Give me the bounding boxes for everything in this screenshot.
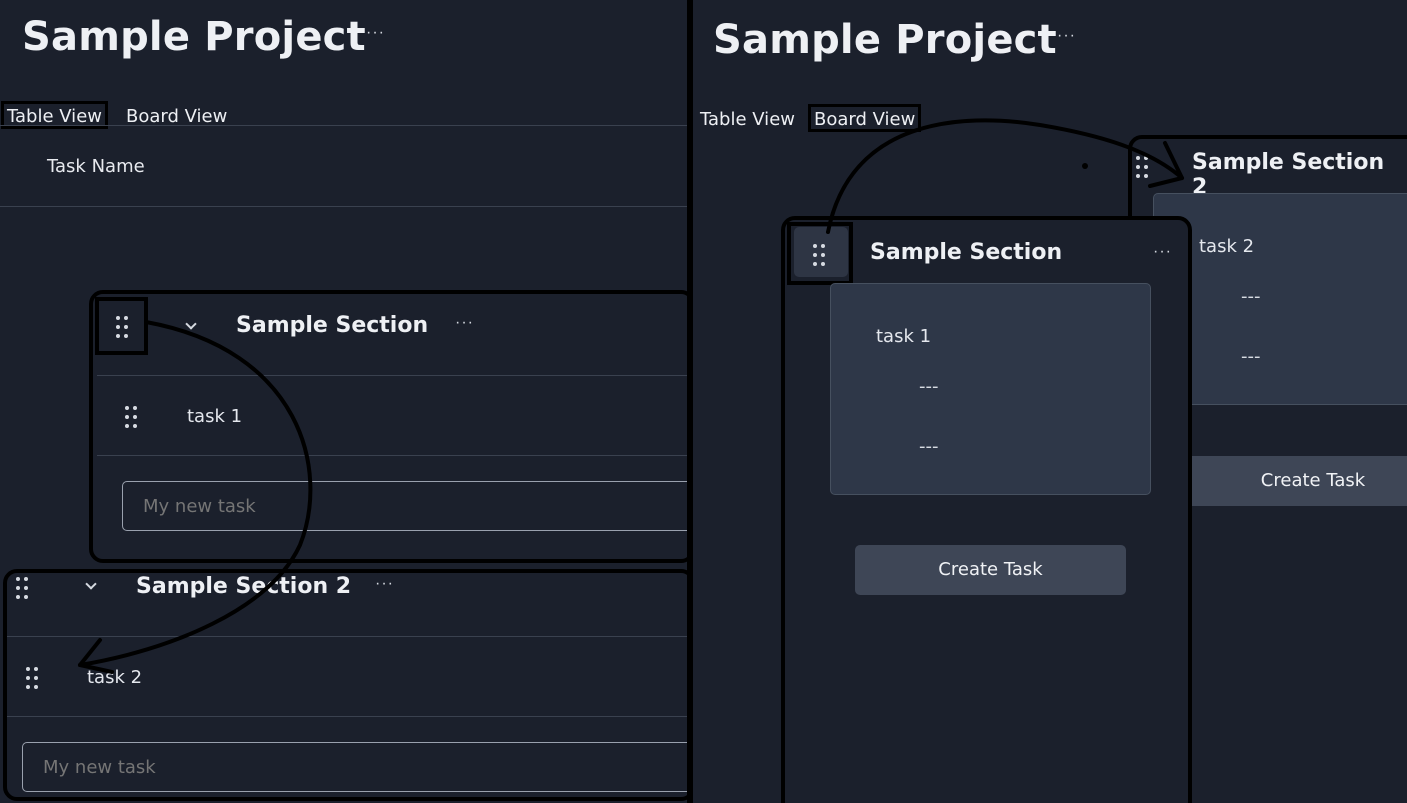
task-field: ---	[919, 376, 939, 397]
drag-handle-icon[interactable]	[16, 577, 28, 599]
divider	[97, 455, 689, 456]
project-more-icon[interactable]: ···	[1057, 27, 1076, 45]
project-more-icon[interactable]: ···	[366, 24, 385, 42]
task-name[interactable]: task 1	[187, 406, 242, 427]
task-name[interactable]: task 2	[87, 667, 142, 688]
chevron-down-icon[interactable]	[185, 318, 197, 330]
column-header-task-name: Task Name	[47, 156, 145, 177]
create-task-button[interactable]: Create Task	[855, 545, 1126, 595]
divider	[97, 375, 689, 376]
task-field: ---	[919, 436, 939, 457]
section-more-icon[interactable]: ···	[455, 314, 474, 332]
tab-board-view[interactable]: Board View	[808, 104, 922, 132]
column-title: Sample Section	[870, 240, 1063, 265]
board-view-panel: Sample Project ··· Table View Board View…	[693, 0, 1407, 803]
page-title: Sample Project	[22, 14, 366, 60]
task-field: ---	[1241, 346, 1261, 367]
table-view-panel: Sample Project ··· Table View Board View…	[0, 0, 689, 803]
chevron-down-icon[interactable]	[85, 578, 97, 590]
section-title: Sample Section	[236, 313, 429, 338]
new-task-input[interactable]	[122, 481, 689, 531]
task-card[interactable]	[830, 283, 1151, 495]
drag-handle-icon[interactable]	[26, 667, 38, 689]
new-task-input[interactable]	[22, 742, 689, 792]
create-task-button[interactable]: Create Task	[1183, 456, 1407, 506]
divider	[7, 636, 689, 637]
divider	[0, 206, 689, 207]
divider	[0, 125, 689, 126]
page-title: Sample Project	[713, 17, 1057, 63]
column-more-icon[interactable]: ···	[1153, 243, 1172, 261]
section-title: Sample Section 2	[136, 574, 352, 599]
task-name: task 2	[1199, 236, 1255, 257]
drag-handle-icon[interactable]	[1136, 156, 1148, 178]
drag-handle-icon[interactable]	[116, 316, 128, 338]
drag-handle-icon[interactable]	[813, 244, 825, 266]
section-more-icon[interactable]: ···	[375, 575, 394, 593]
divider	[7, 716, 689, 717]
tab-table-view[interactable]: Table View	[694, 104, 801, 132]
task-name: task 1	[876, 326, 932, 347]
task-field: ---	[1241, 286, 1261, 307]
drag-handle-icon[interactable]	[125, 406, 137, 428]
